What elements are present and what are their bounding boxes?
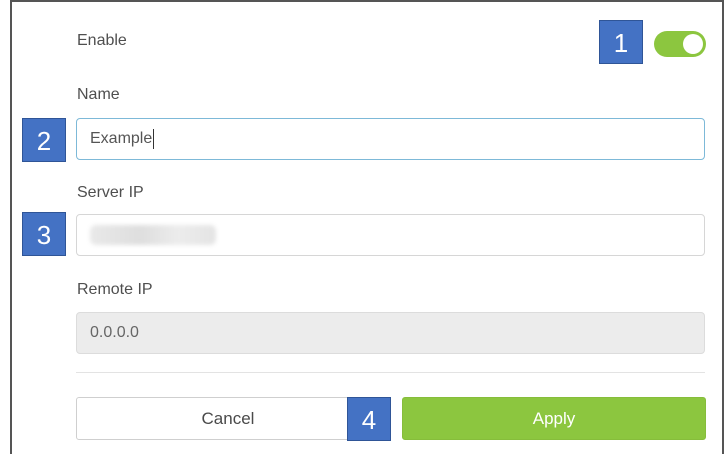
server-ip-label: Server IP (77, 184, 144, 201)
enable-label: Enable (77, 32, 127, 49)
callout-badge-3: 3 (22, 212, 66, 256)
text-caret (153, 128, 155, 149)
callout-badge-1: 1 (599, 20, 643, 64)
cancel-button[interactable]: Cancel (76, 397, 380, 440)
callout-badge-2: 2 (22, 118, 66, 162)
name-label: Name (77, 86, 120, 103)
name-input[interactable]: Example (76, 118, 705, 160)
remote-ip-input: 0.0.0.0 (76, 312, 705, 354)
divider (76, 372, 705, 373)
enable-toggle[interactable] (654, 31, 706, 57)
callout-badge-4: 4 (347, 397, 391, 441)
remote-ip-label: Remote IP (77, 281, 153, 298)
toggle-knob (683, 34, 703, 54)
name-input-value: Example (90, 130, 153, 147)
redacted-ip-value (90, 225, 216, 245)
apply-button[interactable]: Apply (402, 397, 706, 440)
